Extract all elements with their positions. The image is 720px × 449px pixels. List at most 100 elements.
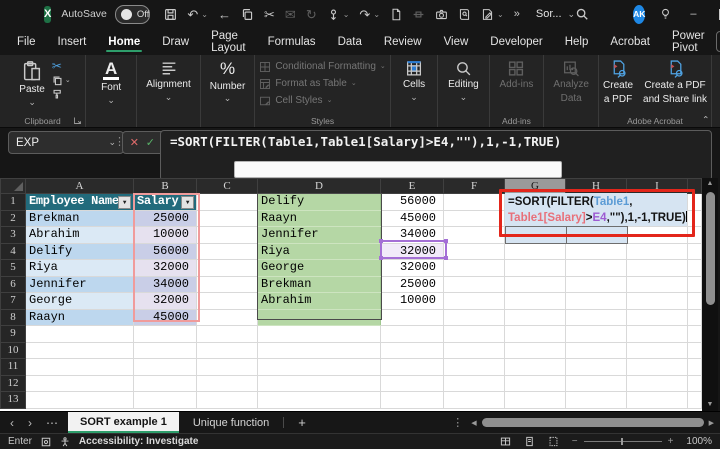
tab-help[interactable]: Help [554, 28, 600, 55]
clipboard-dialog-launcher-icon[interactable] [73, 116, 82, 125]
redo-chevron-icon[interactable]: ⌄ [373, 10, 380, 19]
cell[interactable] [197, 260, 258, 277]
excel-logo-icon[interactable]: X [44, 6, 51, 23]
zoom-slider-thumb[interactable] [621, 438, 623, 445]
cell-E3[interactable]: 34000 [381, 227, 444, 244]
macro-record-icon[interactable] [41, 437, 51, 447]
select-all-corner[interactable] [1, 179, 26, 194]
cell-A7[interactable]: George [26, 293, 134, 310]
row-header-10[interactable]: 10 [1, 342, 26, 359]
cell[interactable] [381, 359, 444, 376]
cell[interactable] [627, 276, 688, 293]
row-header-1[interactable]: 1 [1, 194, 26, 211]
col-header-F[interactable]: F [444, 179, 505, 194]
cell[interactable] [566, 309, 627, 326]
cut-icon[interactable]: ✂ [264, 8, 275, 21]
cell[interactable] [505, 260, 566, 277]
col-header-H[interactable]: H [566, 179, 627, 194]
cell[interactable] [505, 194, 566, 211]
cell[interactable] [627, 194, 688, 211]
cell[interactable] [26, 359, 134, 376]
accessibility-status[interactable]: Accessibility: Investigate [79, 436, 199, 447]
search-icon[interactable] [575, 7, 589, 21]
row-header-2[interactable]: 2 [1, 210, 26, 227]
cell[interactable] [444, 194, 505, 211]
document-title[interactable]: Sor... ⌄ [536, 8, 575, 20]
cell[interactable] [134, 359, 197, 376]
number-menu-button[interactable]: % Number ⌄ [205, 58, 251, 105]
collapse-ribbon-icon[interactable]: ⌄ [702, 113, 710, 124]
cell[interactable] [444, 276, 505, 293]
cell-D3[interactable]: Jennifer [258, 227, 381, 244]
sheet-tab-unique-function[interactable]: Unique function [179, 412, 283, 433]
cell[interactable] [627, 359, 688, 376]
cell[interactable] [134, 392, 197, 409]
cell[interactable] [627, 342, 688, 359]
back-icon[interactable]: ← [218, 8, 231, 21]
cell[interactable] [197, 309, 258, 326]
cell[interactable] [381, 375, 444, 392]
cell-A2[interactable]: Brekman [26, 210, 134, 227]
cell-E1[interactable]: 56000 [381, 194, 444, 211]
cell-D7[interactable]: Abrahim [258, 293, 381, 310]
cell[interactable] [566, 375, 627, 392]
cell[interactable] [258, 375, 381, 392]
cell[interactable] [197, 243, 258, 260]
cell[interactable] [505, 227, 566, 244]
cell[interactable] [444, 227, 505, 244]
cell[interactable] [197, 359, 258, 376]
cell[interactable] [505, 210, 566, 227]
enter-check-icon[interactable]: ✓ [146, 136, 155, 149]
cell[interactable] [197, 375, 258, 392]
tab-data[interactable]: Data [327, 28, 373, 55]
cell-B7[interactable]: 32000 [134, 293, 197, 310]
cell-D4[interactable]: Riya [258, 243, 381, 260]
cell[interactable] [627, 309, 688, 326]
name-box[interactable]: EXP ⌄ [8, 131, 124, 154]
cell[interactable] [566, 326, 627, 343]
cell[interactable] [444, 293, 505, 310]
cell[interactable] [26, 392, 134, 409]
cell-E4[interactable]: 32000 [381, 243, 444, 260]
tab-insert[interactable]: Insert [47, 28, 98, 55]
scroll-right-icon[interactable]: ▶ [709, 419, 714, 427]
cell[interactable] [505, 342, 566, 359]
cell-D8[interactable] [258, 309, 381, 326]
cell[interactable] [627, 260, 688, 277]
cell-E5[interactable]: 32000 [381, 260, 444, 277]
cell[interactable] [258, 359, 381, 376]
new-file-icon[interactable] [390, 8, 402, 21]
filter-button[interactable]: ▼ [118, 196, 131, 209]
cell-B1[interactable]: Salary▼ [134, 194, 197, 211]
page-layout-view-icon[interactable] [524, 436, 535, 447]
cell[interactable] [197, 227, 258, 244]
cell[interactable] [258, 342, 381, 359]
cell[interactable] [566, 293, 627, 310]
sheet-list-icon[interactable]: ⋯ [46, 416, 58, 430]
cell-A8[interactable]: Raayn [26, 309, 134, 326]
cell[interactable] [627, 392, 688, 409]
scroll-up-icon[interactable]: ▲ [707, 178, 714, 190]
sheet-nav-left-icon[interactable]: ‹ [10, 416, 14, 430]
cell[interactable] [197, 276, 258, 293]
draft-pen-icon[interactable] [481, 8, 494, 21]
cell-B5[interactable]: 32000 [134, 260, 197, 277]
cell[interactable] [134, 326, 197, 343]
touch-chevron-icon[interactable]: ⌄ [343, 10, 350, 19]
cell[interactable] [627, 375, 688, 392]
cell[interactable] [505, 375, 566, 392]
copy-icon[interactable] [241, 8, 254, 21]
cell[interactable] [505, 309, 566, 326]
cell[interactable] [26, 326, 134, 343]
cells-menu-button[interactable]: Cells ⌄ [398, 58, 430, 104]
scroll-left-icon[interactable]: ◀ [471, 419, 476, 427]
cell[interactable] [197, 194, 258, 211]
sheet-tab-sort-example[interactable]: SORT example 1 [68, 412, 179, 433]
zoom-slider[interactable] [584, 441, 662, 442]
cell[interactable] [627, 326, 688, 343]
cell[interactable] [627, 293, 688, 310]
qat-overflow-icon[interactable]: » [514, 8, 520, 20]
row-header-7[interactable]: 7 [1, 293, 26, 310]
col-header-G[interactable]: G [505, 179, 566, 194]
cell[interactable] [444, 260, 505, 277]
